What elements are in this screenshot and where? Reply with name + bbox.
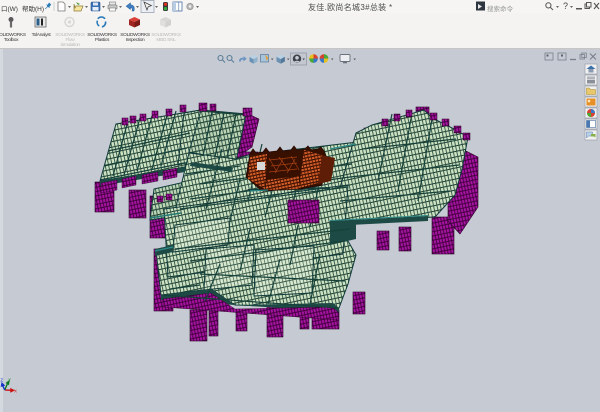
svg-text:Z: Z [1,377,4,382]
svg-text:X: X [14,388,17,393]
svg-text:?: ? [563,1,568,11]
svg-text:Y: Y [8,377,11,382]
